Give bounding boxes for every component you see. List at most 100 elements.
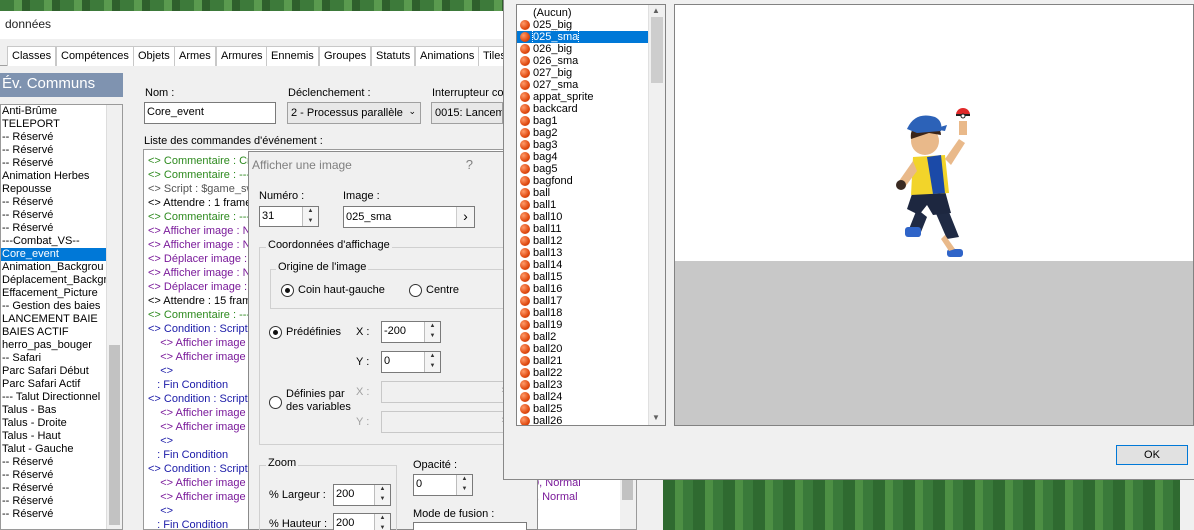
- list-item[interactable]: -- Réservé: [1, 456, 107, 469]
- origin-topleft-radio[interactable]: [281, 284, 294, 297]
- file-list-item[interactable]: ball25: [517, 403, 648, 415]
- origin-center-radio[interactable]: [409, 284, 422, 297]
- list-item[interactable]: -- Réservé: [1, 495, 107, 508]
- tab-armes[interactable]: Armes: [174, 46, 216, 66]
- variables-radio[interactable]: [269, 396, 282, 409]
- list-item[interactable]: -- Réservé: [1, 131, 107, 144]
- width-stepper[interactable]: 200 ▲ ▼: [333, 484, 391, 506]
- tab-competences[interactable]: Compétences: [56, 46, 134, 66]
- switch-select[interactable]: 0015: Lancem: [431, 102, 503, 124]
- list-item[interactable]: Talus - Haut: [1, 430, 107, 443]
- list-item[interactable]: Anti-Brûme: [1, 105, 107, 118]
- arrow-down-icon[interactable]: ▼: [303, 217, 318, 227]
- file-list-item[interactable]: 026_sma: [517, 55, 648, 67]
- list-item[interactable]: TELEPORT: [1, 118, 107, 131]
- y-stepper[interactable]: 0 ▲ ▼: [381, 351, 441, 373]
- predefined-radio[interactable]: [269, 326, 282, 339]
- trigger-select[interactable]: 2 - Processus parallèle ⌄: [287, 102, 421, 124]
- file-list-item[interactable]: 027_sma: [517, 79, 648, 91]
- tab-armures[interactable]: Armures: [216, 46, 268, 66]
- list-item[interactable]: ---Combat_VS--: [1, 235, 107, 248]
- x-stepper[interactable]: -200 ▲ ▼: [381, 321, 441, 343]
- arrow-up-icon[interactable]: ▲: [425, 352, 440, 362]
- file-list-item[interactable]: 026_big: [517, 43, 648, 55]
- tab-ennemis[interactable]: Ennemis: [266, 46, 319, 66]
- arrow-down-icon[interactable]: ▼: [457, 485, 472, 495]
- list-item[interactable]: -- Réservé: [1, 157, 107, 170]
- common-events-list[interactable]: Anti-Brûme TELEPORT -- Réservé -- Réservé --…: [0, 104, 123, 530]
- file-list-item[interactable]: appat_sprite: [517, 91, 648, 103]
- arrow-up-icon[interactable]: ▲: [652, 6, 660, 15]
- list-item[interactable]: -- Réservé: [1, 196, 107, 209]
- list-item[interactable]: Parc Safari Actif: [1, 378, 107, 391]
- arrow-down-icon[interactable]: ▼: [652, 413, 660, 422]
- file-list-item[interactable]: ball24: [517, 391, 648, 403]
- arrow-up-icon[interactable]: ▲: [457, 475, 472, 485]
- tab-classes[interactable]: Classes: [7, 46, 57, 66]
- list-item[interactable]: -- Réservé: [1, 209, 107, 222]
- tab-groupes[interactable]: Groupes: [319, 46, 372, 66]
- list-item[interactable]: Animation_Backgrou: [1, 261, 107, 274]
- list-item[interactable]: Core_event: [1, 248, 107, 261]
- file-list-item[interactable]: ball2: [517, 331, 648, 343]
- list-item[interactable]: -- Réservé: [1, 482, 107, 495]
- file-list-item[interactable]: ball26: [517, 415, 648, 425]
- file-list-item[interactable]: ball15: [517, 271, 648, 283]
- list-item[interactable]: -- Réservé: [1, 508, 107, 521]
- file-list-item[interactable]: ball19: [517, 319, 648, 331]
- file-list-item[interactable]: (Aucun): [517, 7, 648, 19]
- file-list-item[interactable]: ball16: [517, 283, 648, 295]
- file-list-item[interactable]: ball1: [517, 199, 648, 211]
- list-item[interactable]: herro_pas_bouger: [1, 339, 107, 352]
- file-list-item[interactable]: bagfond: [517, 175, 648, 187]
- file-list-item[interactable]: ball17: [517, 295, 648, 307]
- tab-animations[interactable]: Animations: [415, 46, 480, 66]
- list-item[interactable]: Repousse: [1, 183, 107, 196]
- help-icon[interactable]: ?: [466, 157, 473, 172]
- arrow-up-icon[interactable]: ▲: [303, 207, 318, 217]
- list-item[interactable]: --- Talut Directionnel: [1, 391, 107, 404]
- common-events-scrollbar[interactable]: [106, 105, 122, 529]
- list-item[interactable]: -- Gestion des baies: [1, 300, 107, 313]
- arrow-up-icon[interactable]: ▲: [375, 485, 390, 495]
- file-list-item[interactable]: bag5: [517, 163, 648, 175]
- file-list-item[interactable]: ball10: [517, 211, 648, 223]
- height-stepper[interactable]: 200 ▲ ▼: [333, 513, 391, 530]
- list-item[interactable]: Parc Safari Début: [1, 365, 107, 378]
- image-selector[interactable]: 025_sma ›: [343, 206, 475, 228]
- file-list-item[interactable]: ball23: [517, 379, 648, 391]
- arrow-down-icon[interactable]: ▼: [425, 362, 440, 372]
- arrow-up-icon[interactable]: ▲: [425, 322, 440, 332]
- file-list-item[interactable]: backcard: [517, 103, 648, 115]
- number-stepper[interactable]: 31 ▲ ▼: [259, 206, 319, 227]
- file-list-item[interactable]: ball18: [517, 307, 648, 319]
- file-list-item[interactable]: ball21: [517, 355, 648, 367]
- chevron-right-icon[interactable]: ›: [456, 207, 474, 227]
- file-list-item[interactable]: ball12: [517, 235, 648, 247]
- file-list-item[interactable]: ball14: [517, 259, 648, 271]
- arrow-down-icon[interactable]: ▼: [375, 524, 390, 530]
- ok-button[interactable]: OK: [1116, 445, 1188, 465]
- list-item[interactable]: -- Réservé: [1, 144, 107, 157]
- file-list-item[interactable]: 025_big: [517, 19, 648, 31]
- file-list-item[interactable]: 027_big: [517, 67, 648, 79]
- file-list-item[interactable]: ball: [517, 187, 648, 199]
- file-list-scrollbar[interactable]: ▲ ▼: [648, 5, 665, 425]
- list-item[interactable]: Talus - Droite: [1, 417, 107, 430]
- list-item[interactable]: -- Réservé: [1, 469, 107, 482]
- blend-select[interactable]: [413, 522, 527, 530]
- tab-objets[interactable]: Objets: [133, 46, 175, 66]
- arrow-down-icon[interactable]: ▼: [375, 495, 390, 505]
- file-list-item[interactable]: ball20: [517, 343, 648, 355]
- list-item[interactable]: -- Réservé: [1, 222, 107, 235]
- file-list-item[interactable]: ball22: [517, 367, 648, 379]
- list-item[interactable]: BAIES ACTIF: [1, 326, 107, 339]
- list-item[interactable]: Talus - Bas: [1, 404, 107, 417]
- file-list-item[interactable]: 025_sma: [517, 30, 648, 44]
- name-input[interactable]: Core_event: [144, 102, 276, 124]
- arrow-up-icon[interactable]: ▲: [375, 514, 390, 524]
- list-item[interactable]: Déplacement_Backgr: [1, 274, 107, 287]
- opacity-stepper[interactable]: 0 ▲ ▼: [413, 474, 473, 496]
- file-list-item[interactable]: bag2: [517, 127, 648, 139]
- file-list-item[interactable]: ball13: [517, 247, 648, 259]
